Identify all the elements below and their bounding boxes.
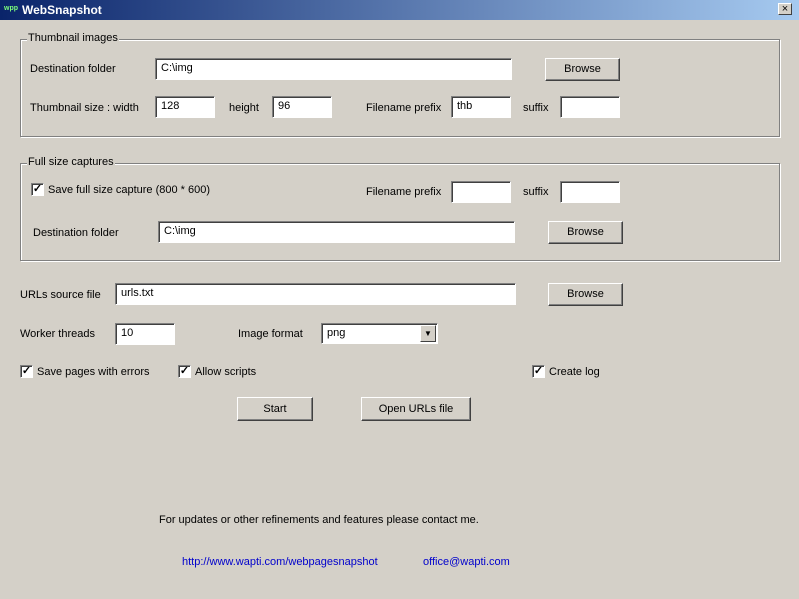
create-log-checkbox[interactable]: ✓ — [532, 365, 545, 378]
image-format-value: png — [327, 327, 346, 339]
worker-threads-label: Worker threads — [20, 328, 95, 340]
full-browse-button[interactable]: Browse — [548, 221, 623, 244]
thumb-height-label: height — [229, 102, 259, 114]
full-size-captures-group — [20, 163, 780, 261]
window-title: WebSnapshot — [22, 3, 102, 17]
thumb-dest-folder-input[interactable]: C:\img — [155, 58, 512, 80]
full-suffix-label: suffix — [523, 186, 549, 198]
thumbnail-images-group — [20, 39, 780, 137]
save-full-size-label: Save full size capture (800 * 600) — [48, 184, 211, 196]
footer-note: For updates or other refinements and fea… — [159, 514, 479, 526]
checkmark-icon: ✓ — [179, 365, 190, 377]
save-errors-checkbox[interactable]: ✓ — [20, 365, 33, 378]
email-link[interactable]: office@wapti.com — [423, 556, 510, 568]
app-icon: wpp — [4, 5, 18, 12]
thumb-prefix-input[interactable]: thb — [451, 96, 511, 118]
full-dest-folder-label: Destination folder — [33, 227, 119, 239]
full-size-captures-legend: Full size captures — [27, 156, 115, 168]
worker-threads-input[interactable]: 10 — [115, 323, 175, 345]
start-button[interactable]: Start — [237, 397, 313, 421]
allow-scripts-label: Allow scripts — [195, 366, 257, 378]
open-urls-file-button[interactable]: Open URLs file — [361, 397, 471, 421]
title-bar: wpp WebSnapshot × — [0, 0, 799, 20]
create-log-label: Create log — [549, 366, 600, 378]
image-format-label: Image format — [238, 328, 303, 340]
checkmark-icon: ✓ — [32, 183, 43, 195]
thumb-prefix-label: Filename prefix — [366, 102, 442, 114]
chevron-down-icon: ▼ — [424, 329, 432, 338]
full-prefix-label: Filename prefix — [366, 186, 442, 198]
thumb-dest-folder-label: Destination folder — [30, 63, 116, 75]
urls-browse-button[interactable]: Browse — [548, 283, 623, 306]
full-dest-folder-input[interactable]: C:\img — [158, 221, 515, 243]
thumb-height-input[interactable]: 96 — [272, 96, 332, 118]
full-prefix-input[interactable] — [451, 181, 511, 203]
thumb-suffix-input[interactable] — [560, 96, 620, 118]
image-format-dropdown-button[interactable]: ▼ — [420, 325, 436, 342]
checkmark-icon: ✓ — [533, 365, 544, 377]
website-link[interactable]: http://www.wapti.com/webpagesnapshot — [182, 556, 378, 568]
close-icon: × — [781, 3, 789, 15]
checkmark-icon: ✓ — [21, 365, 32, 377]
thumbnail-images-legend: Thumbnail images — [27, 32, 119, 44]
thumb-browse-button[interactable]: Browse — [545, 58, 620, 81]
allow-scripts-checkbox[interactable]: ✓ — [178, 365, 191, 378]
close-button[interactable]: × — [778, 3, 792, 15]
save-full-size-checkbox[interactable]: ✓ — [31, 183, 44, 196]
thumb-width-input[interactable]: 128 — [155, 96, 215, 118]
full-suffix-input[interactable] — [560, 181, 620, 203]
urls-source-input[interactable]: urls.txt — [115, 283, 516, 305]
urls-source-label: URLs source file — [20, 289, 101, 301]
save-errors-label: Save pages with errors — [37, 366, 150, 378]
thumb-suffix-label: suffix — [523, 102, 549, 114]
thumb-size-label: Thumbnail size : width — [30, 102, 139, 114]
